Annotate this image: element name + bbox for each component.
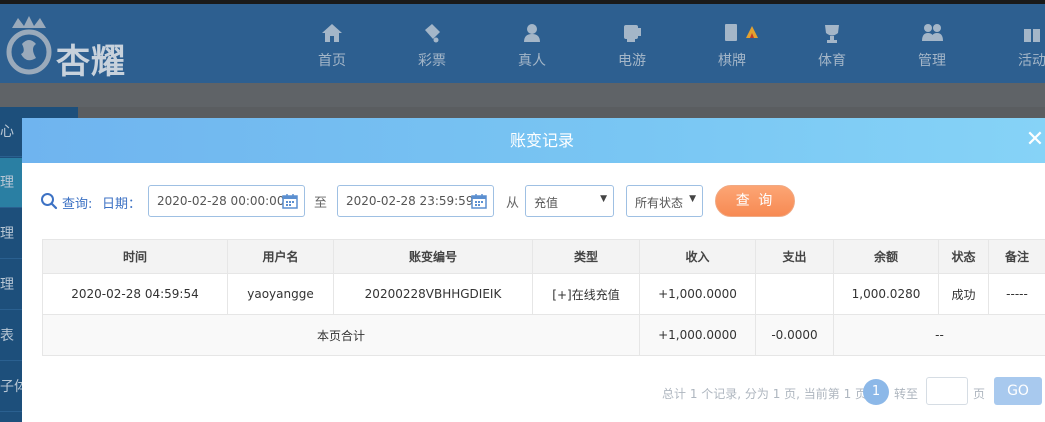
cell-remark: ----- xyxy=(988,273,1045,315)
page-total-expense: -0.0000 xyxy=(755,314,834,356)
nav-home[interactable]: 首页 xyxy=(292,22,372,70)
goto-page-input[interactable] xyxy=(926,377,968,405)
site-header: 杏耀 首页 彩票 真人 电游 棋牌 体育 管理 活动 xyxy=(0,4,1045,83)
brand-logo[interactable]: 杏耀 xyxy=(4,14,154,82)
calendar-icon[interactable] xyxy=(471,193,487,209)
date-label: 日期： xyxy=(102,197,142,212)
nav-label: 电游 xyxy=(618,53,646,69)
nav-sports[interactable]: 体育 xyxy=(792,22,872,70)
page-total-income: +1,000.0000 xyxy=(639,314,756,356)
to-label: 至 xyxy=(314,196,328,211)
start-date-input[interactable]: 2020-02-28 00:00:00 xyxy=(148,185,305,217)
nav-label: 活动 xyxy=(1018,53,1045,69)
page-total-row: 本页合计 +1,000.0000 -0.0000 -- xyxy=(42,314,1045,356)
nav-label: 棋牌 xyxy=(718,53,746,69)
nav-manage[interactable]: 管理 xyxy=(892,22,972,70)
cell-income: +1,000.0000 xyxy=(639,273,756,315)
cell-status: 成功 xyxy=(938,273,989,315)
nav-label: 彩票 xyxy=(418,53,446,69)
from-label: 从 xyxy=(506,196,520,211)
column-header[interactable]: 收入 xyxy=(639,239,756,274)
column-header[interactable]: 备注 xyxy=(988,239,1045,274)
type-select-value: 充值 xyxy=(534,196,559,210)
cell-time: 2020-02-28 04:59:54 xyxy=(42,273,228,315)
start-date-value: 2020-02-28 00:00:00 xyxy=(157,194,285,208)
dropdown-arrow-icon: ▼ xyxy=(689,194,696,204)
records-table: 时间 用户名 账变编号 类型 收入 支出 余额 状态 备注 2020-02-28… xyxy=(42,239,1045,356)
go-button[interactable]: GO xyxy=(994,377,1042,405)
nav-label: 首页 xyxy=(318,53,346,69)
sidebar-item-label: 表 xyxy=(0,328,14,344)
page-unit-label: 页 xyxy=(973,387,986,401)
status-select[interactable]: 所有状态 ▼ xyxy=(626,185,703,217)
calendar-icon[interactable] xyxy=(282,193,298,209)
subheader-bar xyxy=(0,83,1045,107)
query-label: 查询: xyxy=(62,197,93,212)
search-icon xyxy=(41,193,58,210)
nav-label: 体育 xyxy=(818,53,846,69)
cell-balance: 1,000.0280 xyxy=(833,273,939,315)
cell-username: yaoyangge xyxy=(227,273,334,315)
page-total-label: 本页合计 xyxy=(42,314,640,356)
column-header[interactable]: 支出 xyxy=(755,239,834,274)
column-header[interactable]: 类型 xyxy=(532,239,640,274)
crown-emblem-icon xyxy=(6,16,52,75)
nav-label: 管理 xyxy=(918,53,946,69)
account-change-modal: 账变记录 ✕ 查询: 日期： 2020-02-28 00:00:00 至 202… xyxy=(22,118,1045,422)
page-total-balance: -- xyxy=(833,314,1045,356)
gift-icon xyxy=(1024,25,1040,42)
pagination-summary: 总计 1 个记录, 分为 1 页, 当前第 1 页 xyxy=(662,387,868,401)
dropdown-arrow-icon: ▼ xyxy=(600,194,607,204)
home-icon xyxy=(322,24,342,42)
sidebar-item-label: 理 xyxy=(0,226,14,242)
lottery-icon xyxy=(425,24,440,43)
nav-activity[interactable]: 活动 xyxy=(992,22,1045,70)
query-button[interactable]: 查 询 xyxy=(715,185,795,217)
brand-name: 杏耀 xyxy=(56,42,126,82)
column-header[interactable]: 余额 xyxy=(833,239,939,274)
nav-live[interactable]: 真人 xyxy=(492,22,572,70)
modal-header: 账变记录 ✕ xyxy=(22,118,1045,163)
pagination: 总计 1 个记录, 分为 1 页, 当前第 1 页 1 转至 页 GO xyxy=(22,376,1045,406)
column-header[interactable]: 账变编号 xyxy=(333,239,533,274)
type-select[interactable]: 充值 ▼ xyxy=(525,185,614,217)
column-header[interactable]: 用户名 xyxy=(227,239,334,274)
filter-bar: 查询: 日期： 2020-02-28 00:00:00 至 2020-02-28… xyxy=(22,184,1045,218)
table-row[interactable]: 2020-02-28 04:59:54 yaoyangge 20200228VB… xyxy=(42,273,1045,315)
table-header-row: 时间 用户名 账变编号 类型 收入 支出 余额 状态 备注 xyxy=(42,239,1045,274)
column-header[interactable]: 状态 xyxy=(938,239,989,274)
nav-lottery[interactable]: 彩票 xyxy=(392,22,472,70)
end-date-input[interactable]: 2020-02-28 23:59:59 xyxy=(337,185,494,217)
nav-label: 真人 xyxy=(518,53,546,69)
sidebar-item-label: 理 xyxy=(0,175,14,191)
status-select-value: 所有状态 xyxy=(635,196,684,210)
cell-type: [+]在线充值 xyxy=(532,273,640,315)
end-date-value: 2020-02-28 23:59:59 xyxy=(346,194,474,208)
trophy-icon xyxy=(825,25,839,43)
close-icon[interactable]: ✕ xyxy=(1023,126,1045,154)
nav-egame[interactable]: 电游 xyxy=(592,22,672,70)
sidebar-item-label: 心 xyxy=(0,124,14,140)
cell-expense xyxy=(755,273,834,315)
sidebar-item-label: 理 xyxy=(0,277,14,293)
cell-txn-id: 20200228VBHHGDIEIK xyxy=(333,273,533,315)
nav-chess[interactable]: 棋牌 xyxy=(692,22,772,70)
current-page-button[interactable]: 1 xyxy=(863,379,889,405)
live-casino-icon xyxy=(524,24,540,42)
column-header[interactable]: 时间 xyxy=(42,239,228,274)
goto-label: 转至 xyxy=(894,387,919,401)
users-icon xyxy=(922,24,943,41)
chess-card-icon xyxy=(725,24,758,41)
modal-title: 账变记录 xyxy=(509,131,574,150)
slot-game-icon xyxy=(624,25,641,42)
